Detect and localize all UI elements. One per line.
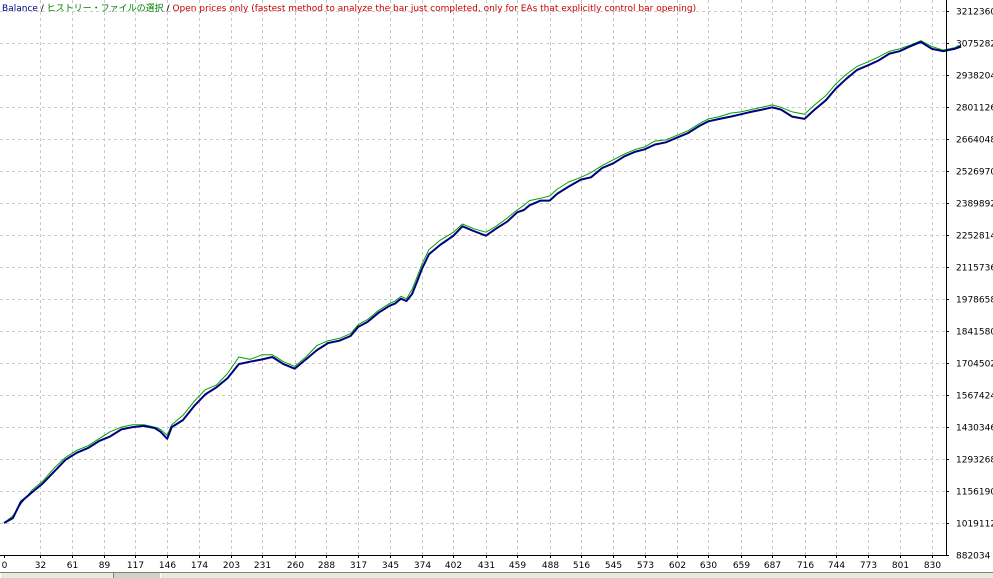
x-tick-label: 374 xyxy=(414,561,431,571)
y-tick-label: 2526970 xyxy=(956,168,993,178)
x-tick-label: 830 xyxy=(924,561,941,571)
x-tick-label: 117 xyxy=(127,561,144,571)
y-tick-label: 2389892 xyxy=(956,200,993,210)
y-tick-label: 3212360 xyxy=(956,8,993,18)
y-tick-label: 1567424 xyxy=(956,392,993,402)
series-line-balance xyxy=(3,40,962,524)
x-tick-label: 174 xyxy=(191,561,208,571)
x-tick-label: 602 xyxy=(669,561,686,571)
x-tick-label: 0 xyxy=(2,561,8,571)
x-tick-label: 231 xyxy=(254,561,271,571)
x-axis-ticks: 0 32 61 89 117 146 174 203 231 260 288 317 345 374 402… xyxy=(2,555,941,571)
legend-separator: / xyxy=(37,4,47,14)
y-tick-label: 882034 xyxy=(956,552,991,562)
x-tick-label: 146 xyxy=(159,561,176,571)
y-tick-label: 1430346 xyxy=(956,424,993,434)
x-tick-label: 773 xyxy=(860,561,877,571)
legend-history: ヒストリー・ファイルの選択 xyxy=(46,4,164,14)
y-tick-label: 2664048 xyxy=(956,136,993,146)
y-tick-label: 3075282 xyxy=(956,40,993,50)
y-tick-label: 1841580 xyxy=(956,328,993,338)
x-tick-label: 32 xyxy=(35,561,46,571)
x-tick-label: 801 xyxy=(892,561,909,571)
x-tick-label: 89 xyxy=(99,561,111,571)
y-tick-label: 2938204 xyxy=(956,72,993,82)
balance-chart: 882034 1019112 1156190 1293268 1430346 156742… xyxy=(0,0,993,571)
legend-balance: Balance xyxy=(2,4,38,14)
x-tick-label: 488 xyxy=(542,561,559,571)
x-tick-label: 573 xyxy=(637,561,654,571)
y-tick-label: 1978658 xyxy=(956,296,993,306)
y-tick-label: 2115736 xyxy=(956,264,993,274)
chart-legend: Balance / ヒストリー・ファイルの選択 / Open prices on… xyxy=(2,1,696,14)
x-tick-label: 288 xyxy=(318,561,335,571)
x-tick-label: 630 xyxy=(700,561,717,571)
y-tick-label: 2801126 xyxy=(956,104,993,114)
x-tick-label: 716 xyxy=(797,561,814,571)
scrollbar-thumb[interactable] xyxy=(160,573,993,578)
x-tick-label: 744 xyxy=(828,561,845,571)
y-tick-label: 1704502 xyxy=(956,360,993,370)
y-tick-label: 1156190 xyxy=(956,488,993,498)
x-tick-label: 431 xyxy=(478,561,495,571)
x-tick-label: 345 xyxy=(382,561,399,571)
series-layer xyxy=(3,40,962,524)
legend-model: Open prices only (fastest method to anal… xyxy=(172,4,697,14)
x-tick-label: 687 xyxy=(764,561,781,571)
series-line-history xyxy=(3,40,962,524)
y-tick-label: 2252814 xyxy=(956,232,993,242)
y-tick-label: 1293268 xyxy=(956,456,993,466)
y-axis-ticks: 882034 1019112 1156190 1293268 1430346 156742… xyxy=(946,8,993,562)
grid xyxy=(0,0,946,555)
x-tick-label: 61 xyxy=(67,561,78,571)
y-tick-label: 1019112 xyxy=(956,520,993,530)
x-tick-label: 203 xyxy=(223,561,240,571)
scrollbar-thumb-left[interactable] xyxy=(0,573,114,578)
x-tick-label: 402 xyxy=(445,561,462,571)
x-tick-label: 659 xyxy=(733,561,750,571)
x-tick-label: 459 xyxy=(509,561,526,571)
x-tick-label: 260 xyxy=(287,561,304,571)
x-tick-label: 545 xyxy=(605,561,622,571)
x-tick-label: 516 xyxy=(573,561,590,571)
x-tick-label: 317 xyxy=(350,561,367,571)
